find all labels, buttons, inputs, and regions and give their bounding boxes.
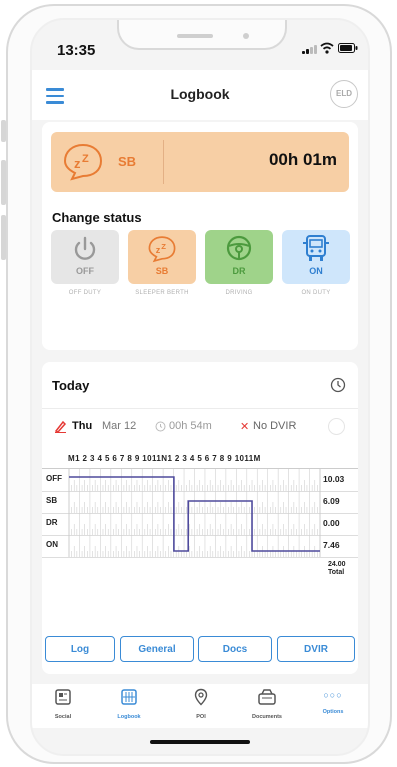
history-icon[interactable] [330, 377, 346, 393]
tab-social[interactable]: Social [32, 688, 94, 720]
status-tile-off[interactable]: OFF [51, 230, 119, 284]
log-button[interactable]: Log [45, 636, 115, 662]
tab-logbook-label: Logbook [117, 714, 141, 720]
status-label-sb: SLEEPER BERTH [135, 290, 189, 296]
app-screen: 13:35 Logbook ELD z Z SB 00h 01m Change … [30, 18, 370, 756]
more-icon: ○○○ [323, 690, 343, 700]
current-status-code: SB [118, 154, 137, 169]
truck-icon [303, 235, 329, 261]
dvir-checkbox[interactable] [328, 418, 345, 435]
change-status-title: Change status [52, 210, 142, 225]
svg-text:z: z [156, 245, 161, 255]
today-card: Today Thu Mar 12 00h 54m ✕ No DVIR M1 2 … [42, 362, 358, 674]
tab-bar: Social Logbook POI Documents ○○○ Options [32, 684, 368, 728]
svg-text:Z: Z [161, 242, 166, 251]
tab-documents[interactable]: Documents [236, 688, 298, 720]
tab-options-label: Options [322, 709, 344, 715]
total-value: 24.00 [328, 561, 346, 568]
duty-graph-plot [68, 469, 321, 557]
tab-options[interactable]: ○○○ Options [302, 688, 364, 715]
dvir-status: No DVIR [253, 420, 297, 432]
today-title: Today [52, 378, 90, 393]
tab-poi[interactable]: POI [170, 688, 232, 720]
svg-text:z: z [74, 156, 81, 171]
camera [243, 33, 249, 39]
general-button[interactable]: General [120, 636, 194, 662]
dvir-x-icon: ✕ [240, 421, 250, 433]
banner-divider [163, 140, 164, 184]
power-icon [74, 236, 96, 260]
logbook-icon [121, 689, 137, 705]
total-label: Total [328, 569, 345, 576]
status-tile-sb-code: SB [155, 266, 169, 276]
current-status-duration: 00h 01m [268, 150, 337, 169]
sleep-icon: z Z [63, 143, 103, 181]
status-tile-dr[interactable]: DR [205, 230, 273, 284]
status-label-dr: DRIVING [225, 290, 253, 296]
tab-logbook[interactable]: Logbook [98, 688, 160, 720]
steering-wheel-icon [226, 235, 252, 261]
status-tile-dr-code: DR [232, 266, 246, 276]
dvir-button[interactable]: DVIR [277, 636, 355, 662]
status-tile-on[interactable]: ON [282, 230, 350, 284]
drive-time: 00h 54m [169, 420, 212, 432]
speaker [177, 34, 213, 38]
duty-graph: OFF 10.03 SB 6.09 DR 0.00 ON 7.46 24.00 … [42, 468, 358, 589]
social-icon [55, 689, 71, 705]
status-time: 13:35 [57, 42, 96, 59]
sleep-icon: z Z [148, 236, 176, 263]
documents-icon [258, 689, 276, 705]
poi-icon [194, 688, 208, 706]
svg-text:Z: Z [82, 153, 89, 165]
divider [42, 408, 358, 409]
battery-icon [338, 43, 358, 53]
status-card: z Z SB 00h 01m Change status OFF z Z SB [42, 122, 358, 350]
tab-documents-label: Documents [252, 714, 282, 720]
page-title: Logbook [170, 86, 230, 102]
status-tile-off-code: OFF [76, 266, 94, 276]
tab-social-label: Social [54, 714, 72, 720]
phone-frame: 13:35 Logbook ELD z Z SB 00h 01m Change … [6, 4, 392, 764]
current-status-banner: z Z SB 00h 01m [51, 132, 349, 192]
signal-icon [302, 44, 317, 54]
log-date: Mar 12 [102, 420, 137, 432]
status-label-off: OFF DUTY [68, 290, 102, 296]
home-indicator [150, 740, 250, 744]
status-label-on: ON DUTY [301, 290, 331, 296]
hours-axis: M1 2 3 4 5 6 7 8 9 1011N1 2 3 4 5 6 7 8 … [68, 454, 261, 463]
signature-icon[interactable] [54, 420, 67, 433]
app-header: Logbook ELD [32, 70, 368, 120]
wifi-icon [320, 42, 334, 54]
log-day: Thu [72, 420, 93, 432]
tab-poi-label: POI [196, 714, 206, 720]
status-tile-sb[interactable]: z Z SB [128, 230, 196, 284]
status-tile-on-code: ON [309, 266, 323, 276]
docs-button[interactable]: Docs [198, 636, 272, 662]
clock-icon [155, 421, 166, 432]
eld-button[interactable]: ELD [330, 80, 358, 108]
